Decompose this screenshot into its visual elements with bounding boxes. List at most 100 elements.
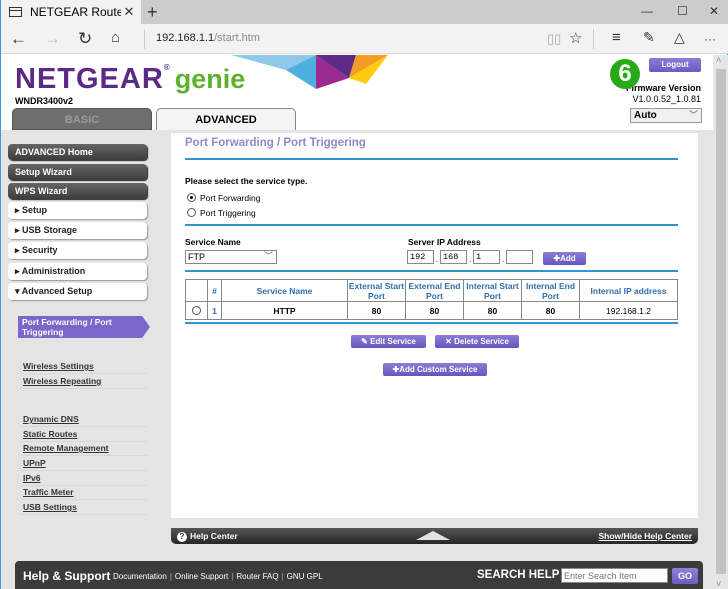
help-support-footer: Help & Support Documentation | Online Supp… — [15, 561, 703, 589]
help-center-label: Help Center — [190, 531, 238, 541]
browser-tab[interactable]: NETGEAR Router WNDF ✕ — [1, 0, 141, 24]
radio-port-forwarding[interactable] — [187, 193, 196, 202]
link-gnu-gpl[interactable]: GNU GPL — [287, 572, 323, 581]
genie-logo: genie — [174, 64, 246, 94]
home-icon[interactable]: ⌂ — [111, 29, 120, 46]
divider — [185, 322, 678, 324]
minimize-icon[interactable]: — — [641, 4, 653, 18]
link-router-faq[interactable]: Router FAQ — [236, 572, 278, 581]
service-name-select[interactable]: FTP ﹀ — [185, 250, 277, 264]
router-page: NETGEAR® genie WNDR3400v2 Logout Firmware… — [1, 55, 713, 589]
step-badge: 6 — [610, 59, 640, 89]
sidebar-sub-traffic-meter[interactable]: Traffic Meter — [19, 485, 147, 500]
divider: | — [281, 572, 284, 581]
delete-service-button[interactable]: ✕ Delete Service — [435, 335, 519, 348]
scroll-up-icon[interactable]: ˄ — [716, 55, 721, 65]
sidebar-sub-ipv6[interactable]: IPv6 — [19, 471, 147, 486]
netgear-logo: NETGEAR® genie — [15, 63, 245, 96]
expand-arrow-icon: ▸ — [15, 245, 20, 255]
show-hide-help-link[interactable]: Show/Hide Help Center — [598, 528, 692, 544]
tab-advanced[interactable]: ADVANCED — [156, 108, 296, 130]
sidebar-sub-remote-management[interactable]: Remote Management — [19, 441, 147, 456]
url-path: /start.htm — [214, 32, 260, 44]
sidebar-item-setup-wizard[interactable]: Setup Wizard — [8, 164, 147, 180]
add-custom-service-button[interactable]: ✚Add Custom Service — [383, 363, 487, 376]
window-close-icon[interactable]: ✕ — [709, 4, 719, 18]
new-tab-icon[interactable]: + — [147, 2, 158, 23]
chevron-down-icon: ﹀ — [688, 110, 698, 120]
add-button[interactable]: ✚Add — [543, 252, 586, 265]
collapse-arrow-icon: ▾ — [15, 286, 20, 296]
firmware-label: Firmware Version — [625, 83, 701, 93]
go-button[interactable]: GO — [672, 568, 698, 584]
divider — [144, 29, 145, 49]
sidebar-section-setup[interactable]: ▸ Setup — [8, 202, 147, 219]
link-online-support[interactable]: Online Support — [175, 572, 228, 581]
support-links: Documentation | Online Support | Router FAQ |… — [113, 572, 323, 581]
search-help-label: SEARCH HELP — [477, 569, 560, 581]
add-custom-label: Add Custom Service — [399, 365, 478, 374]
section-label: Advanced Setup — [21, 286, 93, 296]
refresh-icon[interactable]: ↻ — [78, 29, 92, 49]
sidebar-section-advanced-setup[interactable]: ▾ Advanced Setup — [8, 283, 147, 300]
tab-basic[interactable]: BASIC — [12, 108, 152, 130]
address-bar[interactable]: 192.168.1.1/start.htm — [156, 32, 260, 44]
section-label: Administration — [21, 266, 86, 276]
ip-octet-1[interactable] — [407, 250, 434, 264]
back-icon[interactable]: ← — [10, 29, 27, 49]
sidebar-sub-usb-settings[interactable]: USB Settings — [19, 500, 147, 515]
url-host: 192.168.1.1 — [156, 32, 215, 44]
ip-dot: . — [469, 255, 472, 264]
expand-arrow-icon: ▸ — [15, 266, 20, 276]
registered-mark: ® — [163, 63, 171, 72]
service-name-value: FTP — [188, 252, 205, 262]
sidebar-section-administration[interactable]: ▸ Administration — [8, 263, 147, 280]
radio-port-triggering[interactable] — [187, 208, 196, 217]
reading-view-icon[interactable]: ▯▯ — [547, 31, 561, 47]
chevron-down-icon: ﹀ — [263, 251, 273, 261]
sidebar-sub-port-forwarding[interactable]: Port Forwarding / Port Triggering — [18, 316, 150, 338]
service-type-prompt: Please select the service type. — [185, 176, 308, 186]
col-number: # — [207, 279, 222, 302]
sidebar-item-wps-wizard[interactable]: WPS Wizard — [8, 183, 147, 199]
language-select[interactable]: Auto ﹀ — [630, 108, 702, 123]
col-external-end-port: External End Port — [405, 279, 464, 302]
content-panel: Port Forwarding / Port Triggering Please… — [171, 133, 698, 518]
sidebar-sub-static-routes[interactable]: Static Routes — [19, 427, 147, 442]
sidebar-section-security[interactable]: ▸ Security — [8, 242, 147, 259]
maximize-icon[interactable]: ☐ — [677, 4, 688, 18]
sidebar-section-usb-storage[interactable]: ▸ USB Storage — [8, 222, 147, 239]
logout-button[interactable]: Logout — [649, 58, 701, 72]
scroll-thumb[interactable] — [716, 69, 726, 574]
scroll-down-icon[interactable]: ˅ — [716, 579, 721, 589]
edit-service-button[interactable]: ✎ Edit Service — [351, 335, 426, 348]
table-row: 1 HTTP 80 80 80 80 192.168.1.2 — [185, 301, 678, 320]
ip-dot: . — [502, 255, 505, 264]
col-service-name: Service Name — [221, 279, 348, 302]
ip-octet-3[interactable] — [473, 250, 500, 264]
page-icon — [9, 7, 22, 17]
ip-octet-4[interactable] — [506, 250, 533, 264]
sidebar-item-advanced-home[interactable]: ADVANCED Home — [8, 144, 147, 160]
expand-triangle-icon[interactable] — [416, 531, 450, 540]
sidebar-sub-wireless-settings[interactable]: Wireless Settings — [19, 359, 147, 374]
sidebar-sub-wireless-repeating[interactable]: Wireless Repeating — [19, 374, 147, 389]
page-scrollbar[interactable]: ˄ ˅ — [713, 55, 728, 589]
share-icon[interactable]: △ — [674, 29, 685, 46]
row-select-radio[interactable] — [192, 306, 201, 315]
model-name: WNDR3400v2 — [15, 96, 74, 106]
col-internal-ip: Internal IP address — [579, 279, 678, 302]
web-note-icon[interactable]: ✎ — [643, 29, 655, 46]
search-help-input[interactable] — [561, 568, 668, 583]
section-label: Security — [22, 245, 58, 255]
sidebar-sub-dynamic-dns[interactable]: Dynamic DNS — [19, 412, 147, 427]
sidebar-sub-upnp[interactable]: UPnP — [19, 456, 147, 471]
tab-close-icon[interactable]: ✕ — [121, 4, 137, 20]
more-icon[interactable]: ··· — [704, 32, 716, 46]
forward-icon[interactable]: → — [44, 29, 61, 49]
favorite-star-icon[interactable]: ☆ — [569, 29, 582, 47]
hub-icon[interactable]: ≡ — [612, 29, 621, 46]
ip-octet-2[interactable] — [440, 250, 467, 264]
page-body: ADVANCED Home Setup Wizard WPS Wizard ▸ … — [1, 130, 713, 589]
link-documentation[interactable]: Documentation — [113, 572, 167, 581]
